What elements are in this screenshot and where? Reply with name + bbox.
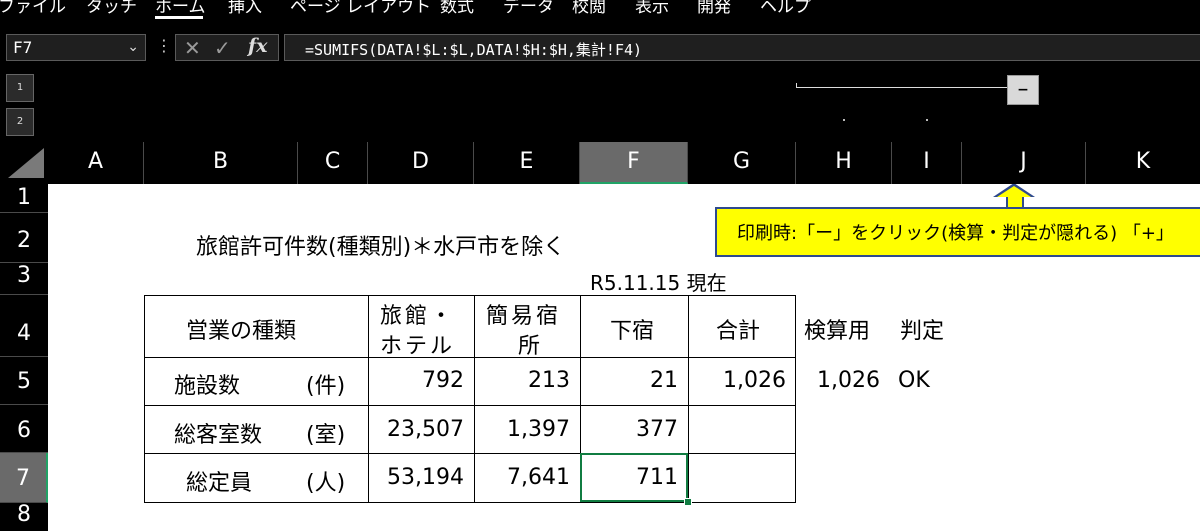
outline-level-2-button[interactable]: 2 (6, 108, 34, 136)
column-header-k[interactable]: K (1086, 142, 1200, 184)
cell-d5[interactable]: 792 (422, 368, 464, 393)
as-of-date: R5.11.15 現在 (590, 271, 727, 295)
table-divider (144, 405, 796, 406)
column-header-b[interactable]: B (144, 142, 298, 184)
row-header-7[interactable]: 7 (0, 453, 48, 503)
row-unit-facilities: (件) (306, 374, 346, 399)
active-tab-indicator (155, 16, 203, 19)
cell-e6[interactable]: 1,397 (507, 417, 570, 442)
callout-arrow (997, 186, 1031, 197)
name-box-value: F7 (13, 38, 33, 57)
more-vertical-icon[interactable]: ⋮ (156, 36, 172, 55)
row-label-capacity: 総定員 (186, 471, 253, 496)
row-header-3[interactable]: 3 (0, 263, 48, 295)
insert-function-icon[interactable]: fx (248, 35, 268, 57)
cancel-icon[interactable]: ✕ (184, 36, 201, 60)
header-kani-line1: 簡易宿 (486, 304, 562, 329)
tab-help[interactable]: ヘルプ (760, 0, 811, 17)
tab-page-layout[interactable]: ページ レイアウト (290, 0, 431, 17)
column-header-bar: A B C D E F G H I J K (0, 142, 1200, 184)
outline-collapse-button[interactable]: − (1007, 75, 1039, 105)
column-header-g[interactable]: G (688, 142, 796, 184)
outline-dot (926, 119, 928, 121)
table-divider (688, 295, 689, 503)
tab-data[interactable]: データ (503, 0, 554, 17)
column-header-c[interactable]: C (298, 142, 368, 184)
header-judge: 判定 (900, 319, 945, 344)
column-header-e[interactable]: E (474, 142, 580, 184)
callout-text: 印刷時:「ー」をクリック(検算・判定が隠れる) 「+」 (737, 223, 1174, 244)
header-type: 営業の種類 (186, 319, 297, 344)
formula-bar-buttons: ✕ ✓ fx (175, 34, 279, 61)
cell-d6[interactable]: 23,507 (387, 417, 464, 442)
fill-handle[interactable] (684, 498, 692, 506)
chevron-down-icon[interactable]: ⌄ (127, 39, 139, 55)
header-ryokan-line1: 旅館・ (380, 304, 456, 329)
tab-developer[interactable]: 開発 (697, 0, 731, 17)
outline-dot (843, 119, 845, 121)
callout-note[interactable]: 印刷時:「ー」をクリック(検算・判定が隠れる) 「+」 (715, 207, 1200, 257)
outline-area: 1 2 − (0, 70, 1200, 142)
ribbon-tabs: ファイル タッチ ホーム 挿入 ページ レイアウト 数式 データ 校閲 表示 開… (0, 0, 1200, 20)
row-header-6[interactable]: 6 (0, 405, 48, 453)
table-divider (144, 453, 796, 454)
row-unit-capacity: (人) (306, 471, 346, 496)
cell-d7[interactable]: 53,194 (387, 465, 464, 490)
cell-g5[interactable]: 1,026 (723, 368, 786, 393)
outline-level-1-button[interactable]: 1 (6, 74, 34, 102)
tab-home[interactable]: ホーム (155, 0, 206, 17)
tab-review[interactable]: 校閲 (572, 0, 606, 17)
row-header-2[interactable]: 2 (0, 213, 48, 263)
tab-insert[interactable]: 挿入 (228, 0, 262, 17)
column-header-d[interactable]: D (368, 142, 474, 184)
cell-f6[interactable]: 377 (636, 417, 678, 442)
cell-i5[interactable]: OK (898, 368, 930, 393)
column-header-h[interactable]: H (796, 142, 892, 184)
table-divider (474, 295, 475, 503)
column-header-i[interactable]: I (892, 142, 962, 184)
formula-bar: F7 ⌄ ⋮ ✕ ✓ fx =SUMIFS(DATA!$L:$L,DATA!$H… (0, 32, 1200, 65)
tab-file[interactable]: ファイル (0, 0, 66, 17)
row-label-rooms: 総客室数 (174, 423, 263, 448)
row-header-5[interactable]: 5 (0, 357, 48, 405)
header-check: 検算用 (804, 319, 871, 344)
check-icon[interactable]: ✓ (214, 36, 231, 60)
row-header-4[interactable]: 4 (0, 295, 48, 357)
outline-group-line (796, 87, 1008, 88)
cell-e5[interactable]: 213 (528, 368, 570, 393)
header-geshuku: 下宿 (610, 319, 655, 344)
active-cell-border[interactable] (580, 453, 688, 502)
table-divider (144, 357, 796, 358)
column-header-j[interactable]: J (962, 142, 1086, 184)
row-label-facilities: 施設数 (174, 374, 241, 399)
cell-f5[interactable]: 21 (650, 368, 678, 393)
worksheet-grid[interactable]: 旅館許可件数(種類別)＊水戸市を除く R5.11.15 現在 営業の種類 旅館・… (48, 184, 1200, 531)
name-box[interactable]: F7 ⌄ (6, 34, 146, 61)
row-unit-rooms: (室) (306, 423, 346, 448)
column-header-f[interactable]: F (580, 142, 688, 184)
cell-e7[interactable]: 7,641 (507, 465, 570, 490)
formula-text: =SUMIFS(DATA!$L:$L,DATA!$H:$H,集計!F4) (305, 41, 643, 59)
table-divider (368, 295, 369, 503)
cell-h5[interactable]: 1,026 (817, 368, 880, 393)
column-header-a[interactable]: A (48, 142, 144, 184)
select-all-button[interactable] (8, 148, 44, 178)
tab-formulas[interactable]: 数式 (440, 0, 474, 17)
tab-touch[interactable]: タッチ (86, 0, 137, 17)
header-kani-line2: 所 (518, 334, 541, 359)
row-header-8[interactable]: 8 (0, 503, 48, 531)
sheet-title: 旅館許可件数(種類別)＊水戸市を除く (196, 235, 566, 260)
formula-input[interactable]: =SUMIFS(DATA!$L:$L,DATA!$H:$H,集計!F4) (284, 34, 1200, 61)
header-ryokan-line2: ホテル (380, 334, 456, 359)
header-total: 合計 (716, 319, 761, 344)
tab-view[interactable]: 表示 (635, 0, 669, 17)
row-header-1[interactable]: 1 (0, 184, 48, 213)
